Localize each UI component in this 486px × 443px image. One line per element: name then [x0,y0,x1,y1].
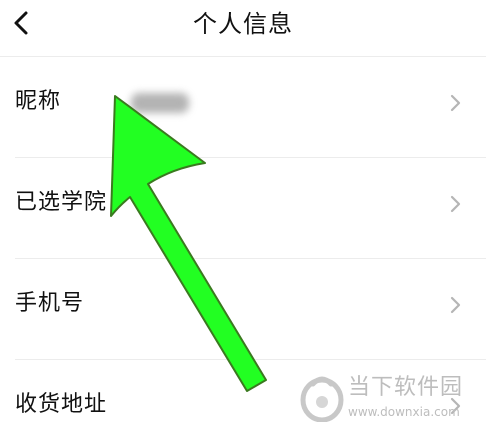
row-phone[interactable]: 手机号 [15,259,486,360]
row-selected-college[interactable]: 已选学院 [15,158,486,259]
nickname-value-blurred [131,93,189,113]
page-title: 个人信息 [193,10,293,38]
chevron-right-icon [449,93,463,113]
chevron-right-icon [449,295,463,315]
personal-info-page: 个人信息 昵称 已选学院 手机号 收货地址 当下软件园 www.downxia.… [0,0,486,443]
row-label-phone: 手机号 [15,291,85,316]
row-label-shipping-address: 收货地址 [15,392,108,417]
row-label-selected-college: 已选学院 [15,190,108,215]
chevron-right-icon [449,194,463,214]
row-shipping-address[interactable]: 收货地址 [15,360,486,443]
row-nickname[interactable]: 昵称 [15,57,486,158]
top-bar: 个人信息 [0,0,486,57]
chevron-right-icon [449,396,463,416]
row-label-nickname: 昵称 [15,89,62,114]
